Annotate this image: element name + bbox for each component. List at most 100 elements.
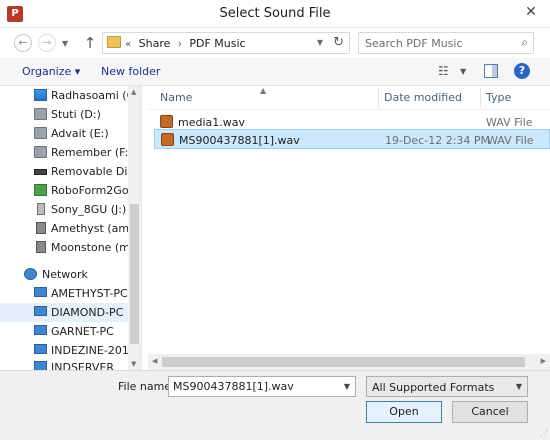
file-name: MS900437881[1].wav bbox=[179, 134, 300, 147]
media-server-icon bbox=[36, 222, 46, 234]
scroll-down-arrow-icon[interactable]: ▼ bbox=[131, 360, 136, 368]
resize-grip-icon[interactable]: ⋰ bbox=[540, 429, 548, 438]
nav-item-label: AMETHYST-PC bbox=[51, 287, 128, 300]
nav-item-roboform2go[interactable]: RoboForm2Go (I: bbox=[0, 181, 128, 200]
computer-icon bbox=[34, 287, 47, 297]
file-type-filter-chevron-icon[interactable]: ▼ bbox=[516, 382, 522, 391]
refresh-icon[interactable]: ↻ bbox=[333, 35, 344, 50]
file-type: WAV File bbox=[487, 134, 534, 147]
nav-item-sony-8gu[interactable]: Sony_8GU (J:) bbox=[0, 200, 128, 219]
file-name-input[interactable] bbox=[173, 380, 333, 393]
breadcrumb-pdf-music[interactable]: PDF Music bbox=[189, 37, 245, 50]
navigation-pane[interactable]: Radhasoami (C:) Stuti (D:) Advait (E:) R… bbox=[0, 86, 142, 370]
file-name-label: File name: bbox=[118, 380, 175, 393]
dialog-footer: File name: ▼ All Supported Formats ▼ Ope… bbox=[0, 370, 550, 440]
scroll-right-arrow-icon[interactable]: ▶ bbox=[541, 357, 546, 365]
column-header-type[interactable]: Type bbox=[486, 91, 511, 104]
cancel-button[interactable]: Cancel bbox=[452, 401, 528, 423]
breadcrumb-separator-icon[interactable]: › bbox=[178, 39, 182, 50]
nav-item-network[interactable]: Network bbox=[0, 265, 128, 284]
forward-button[interactable]: → bbox=[38, 34, 56, 52]
nav-item-label: Removable Disk ( bbox=[51, 165, 128, 178]
file-type-filter-value: All Supported Formats bbox=[372, 381, 495, 394]
search-box[interactable]: ⌕ bbox=[358, 32, 534, 54]
address-bar[interactable]: « Share › PDF Music ▼ ↻ bbox=[102, 32, 350, 54]
file-name: media1.wav bbox=[178, 116, 246, 129]
folder-icon bbox=[107, 36, 121, 48]
file-row-ms900437881[interactable]: MS900437881[1].wav 19-Dec-12 2:34 PM WAV… bbox=[154, 129, 550, 149]
preview-pane-icon[interactable] bbox=[484, 64, 498, 78]
network-icon bbox=[24, 268, 37, 280]
computer-icon bbox=[34, 306, 47, 316]
nav-item-label: GARNET-PC bbox=[51, 325, 114, 338]
nav-item-indserver[interactable]: INDSERVER bbox=[0, 358, 128, 370]
nav-item-amethyst[interactable]: Amethyst (ameth bbox=[0, 219, 128, 238]
nav-item-label: INDEZINE-2013 bbox=[51, 344, 128, 357]
new-folder-button[interactable]: New folder bbox=[101, 65, 160, 78]
computer-icon bbox=[34, 325, 47, 335]
breadcrumb-overflow[interactable]: « bbox=[125, 39, 131, 50]
file-list[interactable]: ▲ Name Date modified Type media1.wav WAV… bbox=[148, 86, 550, 370]
nav-item-moonstone[interactable]: Moonstone (moo bbox=[0, 238, 128, 257]
column-header-name[interactable]: Name bbox=[160, 91, 192, 104]
nav-item-label: Moonstone (moo bbox=[51, 241, 128, 254]
nav-item-radhasoami[interactable]: Radhasoami (C:) bbox=[0, 86, 128, 105]
nav-item-stuti[interactable]: Stuti (D:) bbox=[0, 105, 128, 124]
command-toolbar: Organize ▾ New folder ☷ ▼ ? bbox=[0, 58, 550, 86]
nav-item-label: Advait (E:) bbox=[51, 127, 109, 140]
nav-item-label: Amethyst (ameth bbox=[51, 222, 128, 235]
nav-item-amethyst-pc[interactable]: AMETHYST-PC bbox=[0, 284, 128, 303]
media-server-icon bbox=[36, 241, 46, 253]
address-dropdown-chevron-icon[interactable]: ▼ bbox=[317, 38, 323, 47]
horizontal-scrollbar-thumb[interactable] bbox=[162, 357, 525, 367]
close-button[interactable]: ✕ bbox=[518, 2, 544, 22]
audio-file-icon bbox=[161, 133, 174, 146]
file-type-filter-select[interactable]: All Supported Formats ▼ bbox=[366, 376, 528, 397]
nav-scrollbar[interactable]: ▲ ▼ bbox=[128, 86, 141, 370]
file-date: 19-Dec-12 2:34 PM bbox=[385, 134, 491, 147]
nav-item-label: DIAMOND-PC bbox=[51, 306, 124, 319]
phone-icon bbox=[37, 203, 45, 215]
nav-item-remember[interactable]: Remember (F:) bbox=[0, 143, 128, 162]
window-title: Select Sound File bbox=[219, 6, 331, 21]
computer-icon bbox=[34, 361, 47, 370]
view-options-chevron-icon[interactable]: ▼ bbox=[460, 67, 466, 76]
drive-icon bbox=[34, 127, 47, 139]
back-button[interactable]: ← bbox=[14, 34, 32, 52]
file-name-combobox[interactable]: ▼ bbox=[168, 376, 356, 397]
audio-file-icon bbox=[160, 115, 173, 128]
app-drive-icon bbox=[34, 184, 47, 196]
nav-item-diamond-pc[interactable]: DIAMOND-PC bbox=[0, 303, 128, 322]
search-input[interactable] bbox=[365, 36, 510, 50]
organize-menu-button[interactable]: Organize ▾ bbox=[22, 65, 80, 78]
column-divider[interactable] bbox=[480, 88, 481, 108]
open-button[interactable]: Open bbox=[366, 401, 442, 423]
computer-icon bbox=[34, 344, 47, 354]
address-row: ← → ▼ ↑ « Share › PDF Music ▼ ↻ ⌕ bbox=[0, 28, 550, 58]
nav-item-removable-disk[interactable]: Removable Disk ( bbox=[0, 162, 128, 181]
nav-scrollbar-thumb[interactable] bbox=[130, 204, 139, 344]
nav-item-garnet-pc[interactable]: GARNET-PC bbox=[0, 322, 128, 341]
file-name-dropdown-chevron-icon[interactable]: ▼ bbox=[344, 382, 350, 391]
nav-item-label: Network bbox=[42, 268, 88, 281]
change-view-icon[interactable]: ☷ bbox=[438, 64, 449, 78]
breadcrumb-share[interactable]: Share bbox=[139, 37, 171, 50]
scroll-left-arrow-icon[interactable]: ◀ bbox=[152, 357, 157, 365]
recent-locations-chevron-icon[interactable]: ▼ bbox=[62, 39, 68, 48]
nav-item-label: INDSERVER bbox=[51, 361, 115, 370]
column-divider[interactable] bbox=[378, 88, 379, 108]
breadcrumb[interactable]: « Share › PDF Music bbox=[125, 37, 250, 50]
help-icon[interactable]: ? bbox=[514, 63, 530, 79]
column-header-date-modified[interactable]: Date modified bbox=[384, 91, 462, 104]
drive-icon bbox=[34, 146, 47, 158]
nav-item-label: Remember (F:) bbox=[51, 146, 128, 159]
search-icon[interactable]: ⌕ bbox=[521, 35, 528, 50]
nav-item-advait[interactable]: Advait (E:) bbox=[0, 124, 128, 143]
file-type: WAV File bbox=[486, 116, 533, 129]
scroll-up-arrow-icon[interactable]: ▲ bbox=[131, 88, 136, 96]
nav-item-label: RoboForm2Go (I: bbox=[51, 184, 128, 197]
usb-drive-icon bbox=[34, 169, 47, 175]
nav-item-label: Radhasoami (C:) bbox=[51, 89, 128, 102]
file-list-horizontal-scrollbar[interactable]: ◀ ▶ bbox=[148, 354, 550, 370]
up-arrow-icon[interactable]: ↑ bbox=[82, 33, 98, 53]
